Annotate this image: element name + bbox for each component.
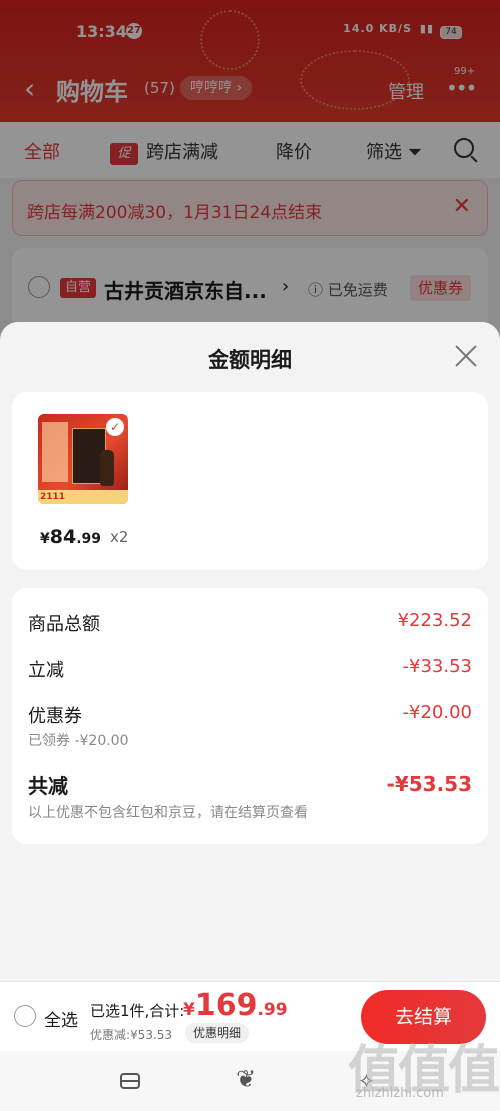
goods-total-value: ¥223.52 [397,610,472,631]
product-price: ¥84.99 [40,526,101,548]
selected-summary: 已选1件,合计: [90,1002,185,1020]
amount-currency: ¥ [183,1000,195,1020]
amount-detail-sheet: 金额明细 2111 ✓ ¥84.99 x2 商品总额 ¥223.52 立减 -¥… [0,322,500,981]
amount-int: 169 [194,988,258,1023]
product-quantity: x2 [110,528,129,546]
total-discount-value: -¥53.53 [386,772,472,796]
discount-summary: 优惠减:¥53.53 [90,1028,173,1042]
recents-icon[interactable] [120,1073,140,1089]
price-symbol: ¥ [40,531,50,547]
home-icon[interactable]: ❦ [236,1065,256,1093]
price-dec: .99 [76,531,102,547]
discount-detail-button[interactable]: 优惠明细 [185,1023,250,1043]
coupon-label: 优惠券 [28,706,82,727]
amount-dec: .99 [257,1000,288,1020]
select-all-checkbox[interactable] [14,1005,36,1027]
thumb-date: 2111 [40,492,66,502]
direct-discount-label: 立减 [28,660,64,681]
total-amount: ¥169.99 [183,988,288,1023]
price-int: 84 [49,526,77,548]
check-icon: ✓ [106,418,124,436]
product-card: 2111 ✓ ¥84.99 x2 [12,392,488,570]
discount-note: 以上优惠不包含红包和京豆，请在结算页查看 [28,805,308,821]
goods-total-label: 商品总额 [28,614,100,635]
amount-breakdown: 商品总额 ¥223.52 立减 -¥33.53 优惠券 -¥20.00 已领券 … [12,588,488,844]
product-thumbnail: 2111 ✓ [38,414,128,504]
total-discount-label: 共减 [28,774,68,798]
close-icon[interactable] [452,342,480,370]
sheet-title: 金额明细 [208,348,292,372]
coupon-value: -¥20.00 [402,702,472,723]
direct-discount-value: -¥33.53 [402,656,472,677]
coupon-claimed-note: 已领券 -¥20.00 [28,733,129,749]
select-all-label[interactable]: 全选 [44,1006,78,1031]
watermark-url: zhizhizhi.com [356,1086,444,1101]
